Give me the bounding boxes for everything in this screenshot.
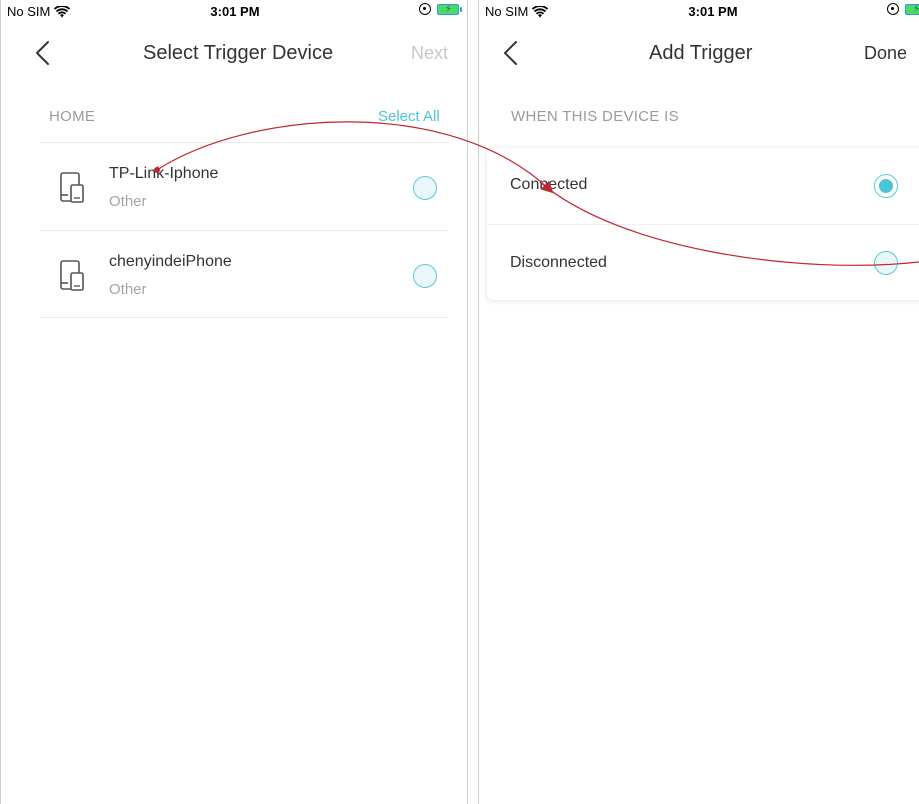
done-button[interactable]: Done [864, 43, 907, 64]
wifi-icon [532, 5, 549, 17]
trigger-options-card: Connected Disconnected [487, 148, 919, 300]
option-radio[interactable] [874, 251, 898, 275]
option-label: Connected [510, 176, 588, 193]
chevron-left-icon[interactable] [499, 40, 523, 66]
option-connected[interactable]: Connected [487, 148, 919, 224]
chevron-left-icon[interactable] [31, 40, 55, 66]
orientation-lock-icon [887, 3, 899, 15]
orientation-lock-icon [419, 3, 431, 15]
option-disconnected[interactable]: Disconnected [487, 224, 919, 300]
phone-tablet-icon [60, 172, 84, 203]
section-header-device-state: WHEN THIS DEVICE IS [511, 108, 679, 125]
status-time: 3:01 PM [688, 4, 738, 19]
device-row[interactable]: chenyindeiPhone Other [41, 230, 448, 318]
page-title: Add Trigger [649, 42, 753, 64]
select-trigger-device-screen: No SIM 3:01 PM ⚡ Select Trigger Device N… [0, 0, 468, 804]
device-row[interactable]: TP-Link-Iphone Other [41, 142, 448, 230]
section-header-home: HOME [49, 108, 96, 125]
wifi-icon [54, 5, 71, 17]
select-all-link[interactable]: Select All [378, 108, 440, 125]
nav-bar: Select Trigger Device Next [1, 22, 467, 84]
status-time: 3:01 PM [210, 4, 260, 19]
option-radio-selected[interactable] [874, 174, 898, 198]
carrier-label: No SIM [485, 4, 529, 19]
status-bar: No SIM 3:01 PM ⚡ [1, 0, 467, 22]
device-select-radio[interactable] [413, 176, 437, 200]
carrier-label: No SIM [7, 4, 51, 19]
add-trigger-screen: No SIM 3:01 PM ⚡ Add Trigger Done WHEN T… [478, 0, 919, 804]
page-title: Select Trigger Device [143, 42, 334, 64]
phone-tablet-icon [60, 260, 84, 291]
device-name: TP-Link-Iphone [109, 165, 219, 182]
device-type: Other [109, 281, 147, 298]
next-button[interactable]: Next [411, 43, 448, 64]
device-name: chenyindeiPhone [109, 253, 232, 270]
nav-bar: Add Trigger Done [479, 22, 919, 84]
status-bar: No SIM 3:01 PM ⚡ [479, 0, 919, 22]
device-type: Other [109, 193, 147, 210]
battery-icon: ⚡ [437, 3, 462, 15]
device-select-radio[interactable] [413, 264, 437, 288]
battery-icon: ⚡ [905, 3, 919, 15]
option-label: Disconnected [510, 254, 607, 271]
